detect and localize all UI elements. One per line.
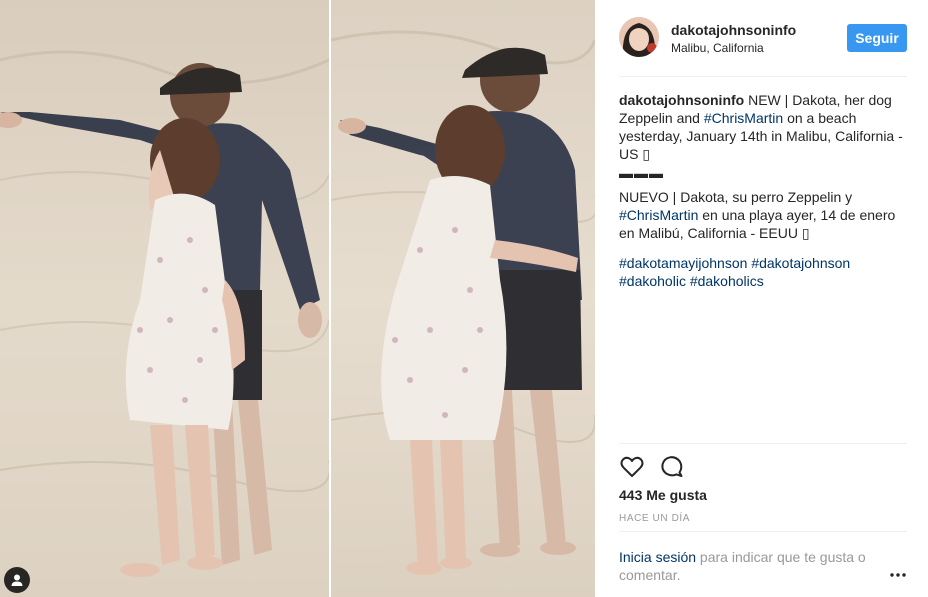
login-divider	[619, 531, 907, 532]
tag-user-button[interactable]	[4, 567, 30, 593]
hashtag-link[interactable]: #dakotamayijohnson	[619, 255, 747, 271]
flag-emoji: ▯	[642, 146, 651, 162]
like-button[interactable]	[619, 454, 645, 480]
flag-emoji: ▯	[801, 225, 810, 241]
caption-text: NUEVO | Dakota, su perro Zeppelin y	[619, 189, 853, 205]
hashtag-link[interactable]: #ChrisMartin	[704, 110, 783, 126]
post-caption: dakotajohnsoninfo NEW | Dakota, her dog …	[619, 91, 909, 296]
hashtag-link[interactable]: #dakoholic	[619, 273, 686, 289]
user-tag-icon	[11, 574, 23, 586]
hashtag-link[interactable]: #dakoholics	[690, 273, 764, 289]
avatar-image	[619, 17, 659, 57]
actions-divider	[619, 443, 907, 444]
heart-icon	[620, 456, 644, 477]
post-photo-image	[0, 0, 595, 597]
post-timestamp: HACE UN DÍA	[619, 513, 691, 524]
comment-icon	[661, 456, 683, 477]
likes-count[interactable]: 443 Me gusta	[619, 487, 707, 503]
hashtag-link[interactable]: #ChrisMartin	[619, 207, 698, 223]
post-photo	[0, 0, 595, 597]
avatar[interactable]	[619, 17, 659, 57]
login-link[interactable]: Inicia sesión	[619, 549, 696, 565]
caption-spanish: NUEVO | Dakota, su perro Zeppelin y #Chr…	[619, 188, 909, 242]
username-link[interactable]: dakotajohnsoninfo	[671, 22, 796, 38]
caption-author-link[interactable]: dakotajohnsoninfo	[619, 92, 744, 108]
comment-button[interactable]	[659, 454, 685, 480]
post-header: dakotajohnsoninfo Malibu, California Seg…	[619, 15, 907, 61]
location-link[interactable]: Malibu, California	[671, 41, 764, 55]
ellipsis-icon	[890, 573, 906, 577]
post-side-panel: dakotajohnsoninfo Malibu, California Seg…	[595, 0, 928, 597]
follow-button[interactable]: Seguir	[847, 24, 907, 52]
more-options-button[interactable]	[887, 566, 909, 580]
caption-separator: ▬▬▬	[619, 165, 664, 181]
hashtag-link[interactable]: #dakotajohnson	[751, 255, 850, 271]
login-prompt: Inicia sesión para indicar que te gusta …	[619, 548, 879, 584]
caption-english: dakotajohnsoninfo NEW | Dakota, her dog …	[619, 91, 909, 182]
header-divider	[619, 76, 907, 77]
caption-hashtags: #dakotamayijohnson #dakotajohnson #dakoh…	[619, 254, 909, 290]
